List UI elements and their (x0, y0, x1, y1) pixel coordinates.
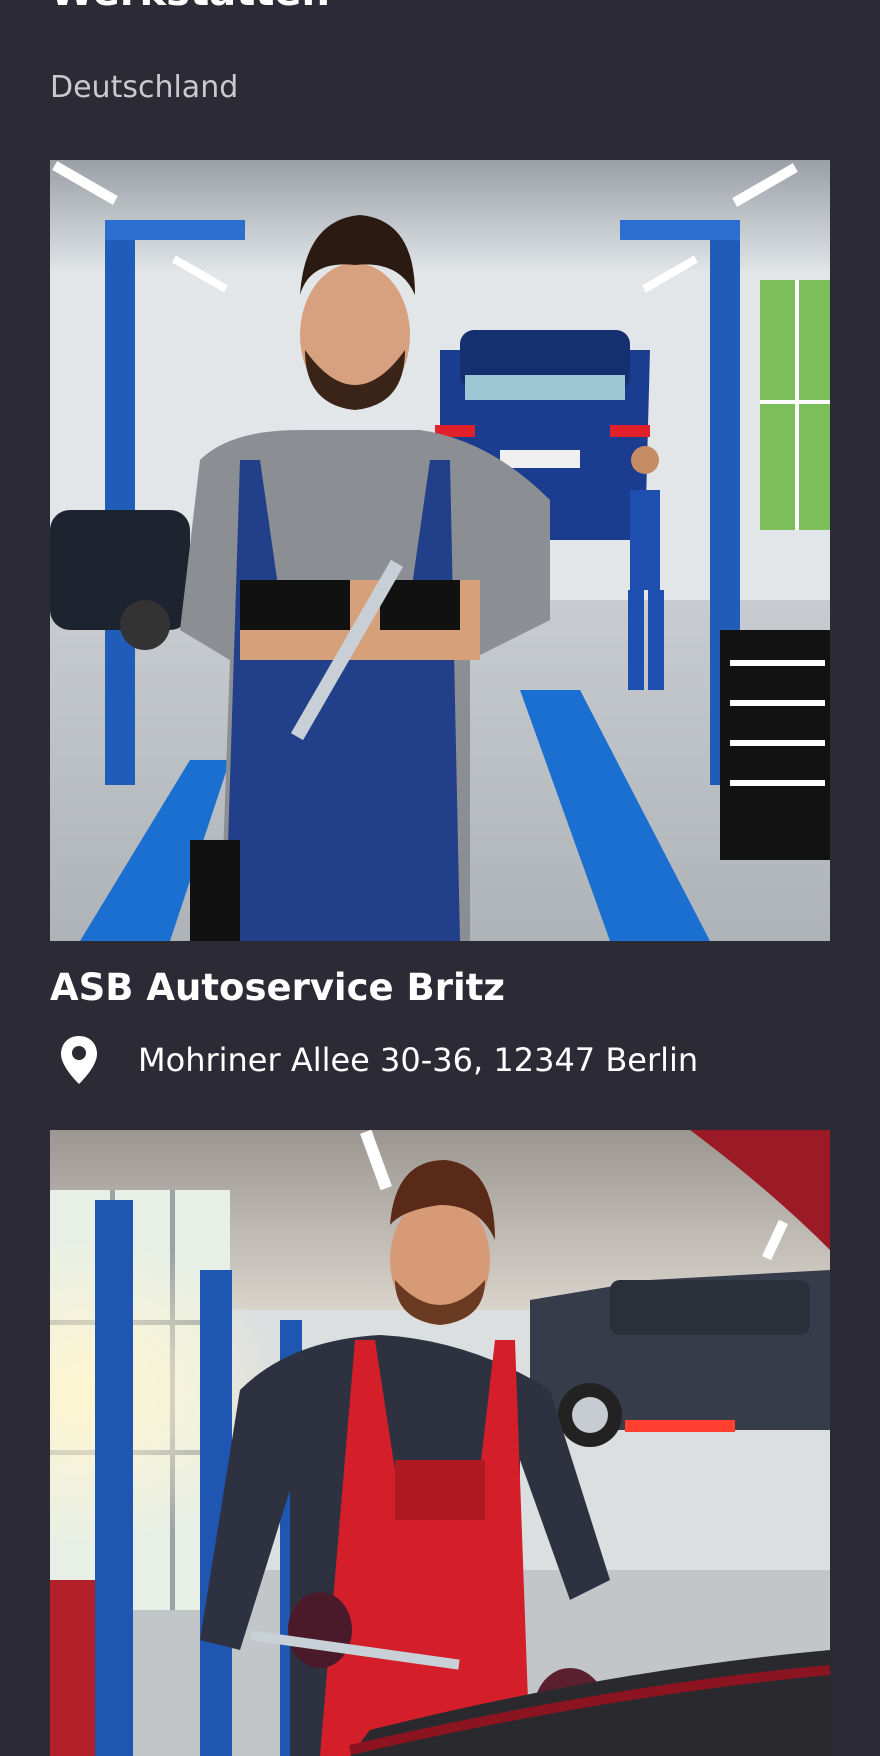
workshop-photo-1[interactable] (50, 160, 830, 941)
address-text: Mohriner Allee 30-36, 12347 Berlin (138, 1041, 699, 1079)
workshop-photo-2[interactable] (50, 1130, 830, 1756)
page-subtitle: Deutschland (50, 70, 239, 105)
workshop-address: Mohriner Allee 30-36, 12347 Berlin (58, 1034, 698, 1086)
workshop-name[interactable]: ASB Autoservice Britz (50, 964, 505, 1012)
page-title: Werkstätten (50, 0, 330, 12)
map-pin-icon (61, 1036, 97, 1084)
